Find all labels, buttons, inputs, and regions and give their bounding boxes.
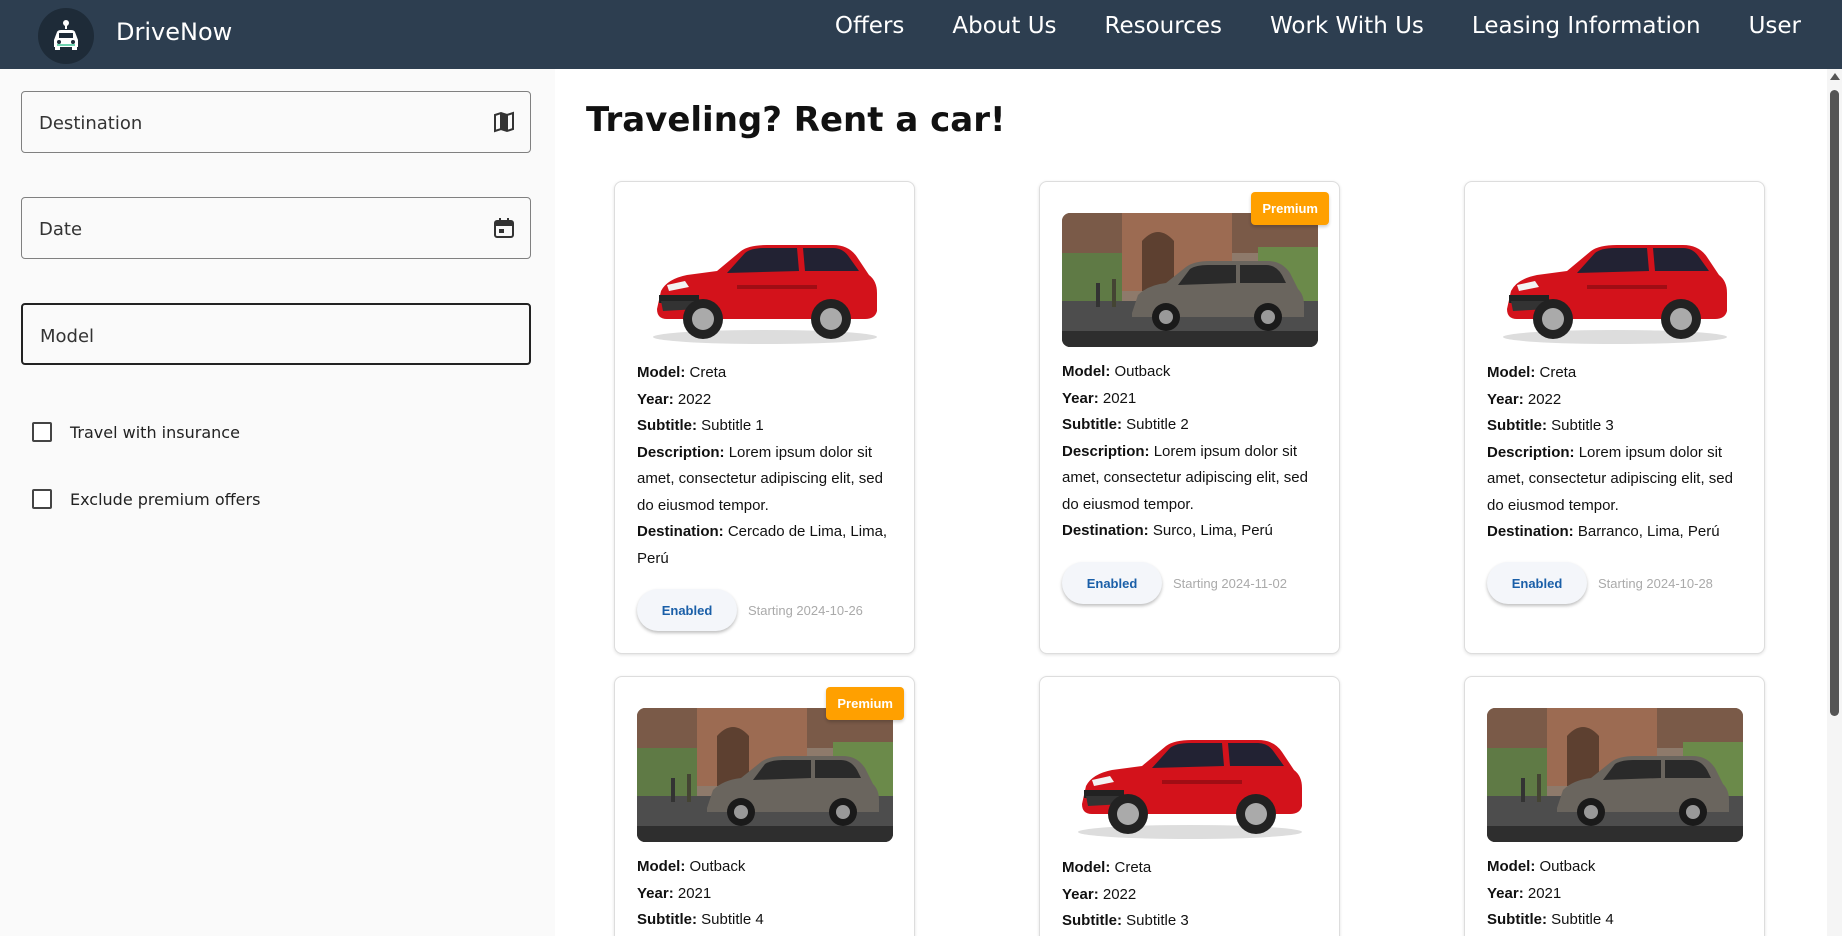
- card-info: Model: Creta Year: 2022 Subtitle: Subtit…: [1062, 859, 1189, 929]
- card-info: Model: Outback Year: 2021 Subtitle: Subt…: [1062, 363, 1308, 539]
- card-year: 2022: [677, 390, 712, 408]
- card-subtitle: Subtitle 1: [701, 417, 764, 434]
- card-year: 2021: [1102, 389, 1137, 407]
- card-footer: Enabled Starting 2024-11-02: [1062, 562, 1287, 604]
- exclude-premium-label: Exclude premium offers: [70, 489, 261, 509]
- exclude-premium-checkbox[interactable]: [32, 489, 52, 509]
- car-image: [637, 213, 893, 347]
- card-info: Model: Creta Year: 2022 Subtitle: Subtit…: [1487, 364, 1733, 540]
- card-info: Model: Creta Year: 2022 Subtitle: Subtit…: [637, 364, 888, 567]
- card-subtitle: Subtitle 4: [1551, 911, 1614, 928]
- card-subtitle: Subtitle 2: [1126, 416, 1189, 433]
- starting-date: Starting 2024-10-26: [748, 602, 863, 618]
- calendar-icon[interactable]: [492, 216, 516, 240]
- destination-field[interactable]: Destination: [21, 91, 531, 153]
- card-model: Creta: [1114, 859, 1152, 876]
- car-image: [1487, 213, 1743, 347]
- offer-card[interactable]: Model: Creta Year: 2022 Subtitle: Subtit…: [1464, 181, 1765, 654]
- card-year: 2021: [677, 884, 712, 902]
- model-label: Model: [40, 326, 95, 347]
- card-model: Outback: [1114, 363, 1171, 380]
- map-icon[interactable]: [492, 110, 516, 134]
- scroll-up-icon[interactable]: [1830, 73, 1840, 80]
- exclude-premium-checkbox-row[interactable]: Exclude premium offers: [32, 489, 260, 509]
- date-field[interactable]: Date: [21, 197, 531, 259]
- car-image: [1062, 213, 1318, 347]
- card-destination: Surco, Lima, Perú: [1152, 522, 1273, 539]
- starting-date: Starting 2024-10-28: [1598, 575, 1713, 591]
- card-subtitle: Subtitle 4: [701, 911, 764, 928]
- card-model: Outback: [689, 858, 746, 875]
- main-nav: Offers About Us Resources Work With Us L…: [787, 0, 1801, 52]
- nav-leasing-information[interactable]: Leasing Information: [1472, 13, 1701, 39]
- car-image: [1062, 708, 1318, 842]
- card-info: Model: Outback Year: 2021 Subtitle: Subt…: [1487, 858, 1614, 928]
- offer-card[interactable]: Model: Creta Year: 2022 Subtitle: Subtit…: [1039, 676, 1340, 936]
- offer-card[interactable]: Premium Model: Outback Year: 2021 Subtit…: [614, 676, 915, 936]
- card-subtitle: Subtitle 3: [1551, 417, 1614, 434]
- top-navbar: DriveNow Offers About Us Resources Work …: [0, 0, 1842, 69]
- brand-name[interactable]: DriveNow: [116, 18, 232, 46]
- insurance-checkbox[interactable]: [32, 422, 52, 442]
- page-scrollbar[interactable]: [1827, 69, 1842, 936]
- card-model: Outback: [1539, 858, 1596, 875]
- card-model: Creta: [1539, 364, 1577, 381]
- card-footer: Enabled Starting 2024-10-28: [1487, 562, 1713, 604]
- card-destination: Barranco, Lima, Perú: [1577, 523, 1720, 540]
- nav-user[interactable]: User: [1749, 13, 1801, 39]
- scroll-thumb[interactable]: [1830, 90, 1839, 716]
- card-year: 2021: [1527, 884, 1562, 902]
- insurance-label: Travel with insurance: [70, 422, 240, 442]
- insurance-checkbox-row[interactable]: Travel with insurance: [32, 422, 240, 442]
- model-field[interactable]: Model: [21, 303, 531, 365]
- date-label: Date: [39, 219, 83, 240]
- card-year: 2022: [1102, 885, 1137, 903]
- car-image: [637, 708, 893, 842]
- starting-date: Starting 2024-11-02: [1173, 575, 1287, 591]
- enabled-button[interactable]: Enabled: [637, 589, 737, 631]
- card-year: 2022: [1527, 390, 1562, 408]
- filter-panel: Destination Date Model Travel with insur…: [0, 69, 555, 936]
- page-title: Traveling? Rent a car!: [586, 100, 1006, 140]
- premium-badge: Premium: [1251, 192, 1329, 225]
- nav-offers[interactable]: Offers: [835, 13, 905, 39]
- offer-card[interactable]: Model: Outback Year: 2021 Subtitle: Subt…: [1464, 676, 1765, 936]
- offer-card[interactable]: Premium Model: Outback Year: 2021 Subtit…: [1039, 181, 1340, 654]
- car-logo-icon[interactable]: [38, 8, 94, 64]
- offers-main: Traveling? Rent a car! Model: Creta Year…: [555, 69, 1827, 936]
- offer-card[interactable]: Model: Creta Year: 2022 Subtitle: Subtit…: [614, 181, 915, 654]
- enabled-button[interactable]: Enabled: [1487, 562, 1587, 604]
- card-info: Model: Outback Year: 2021 Subtitle: Subt…: [637, 858, 764, 928]
- enabled-button[interactable]: Enabled: [1062, 562, 1162, 604]
- car-image: [1487, 708, 1743, 842]
- nav-about-us[interactable]: About Us: [952, 13, 1056, 39]
- nav-resources[interactable]: Resources: [1105, 13, 1222, 39]
- nav-work-with-us[interactable]: Work With Us: [1270, 13, 1424, 39]
- card-footer: Enabled Starting 2024-10-26: [637, 589, 863, 631]
- card-subtitle: Subtitle 3: [1126, 912, 1189, 929]
- destination-label: Destination: [39, 113, 143, 134]
- premium-badge: Premium: [826, 687, 904, 720]
- card-model: Creta: [689, 364, 727, 381]
